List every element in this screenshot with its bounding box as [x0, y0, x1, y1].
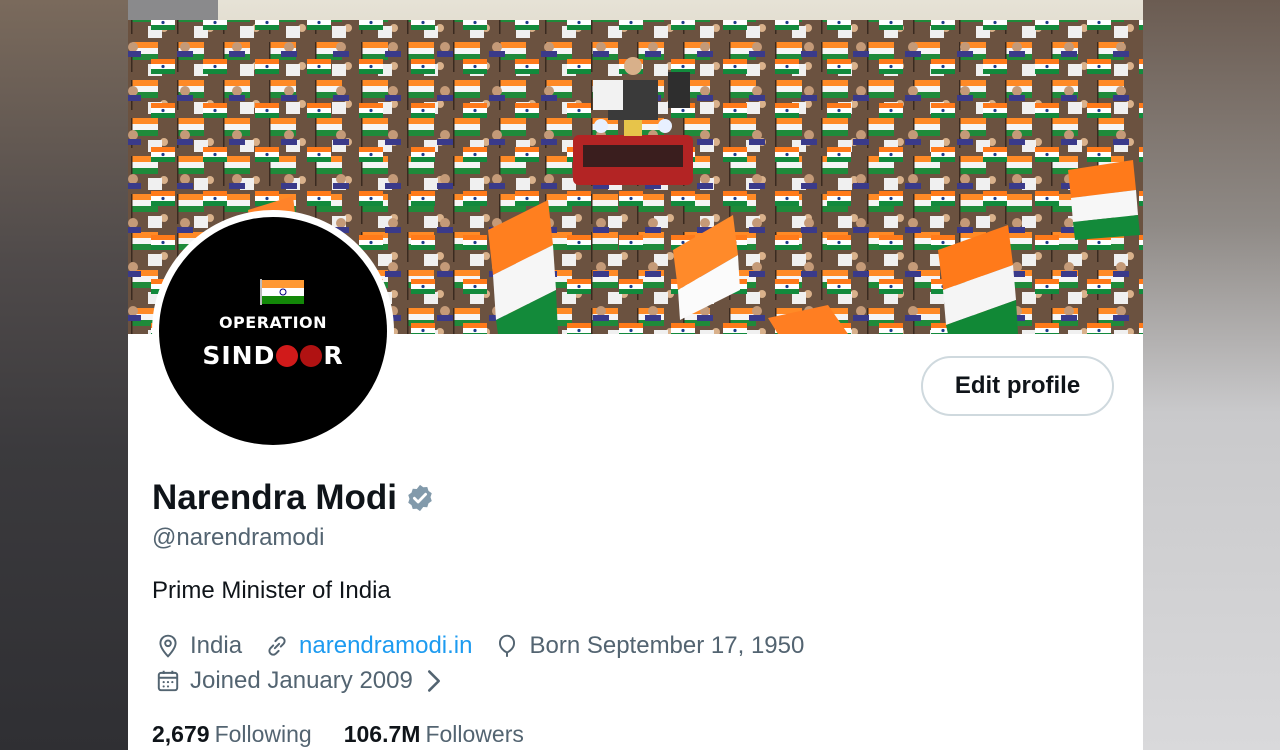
profile-card: OPERATION SIND R Edit profile Narendra Mo… [128, 0, 1143, 750]
avatar[interactable]: OPERATION SIND R [152, 210, 394, 452]
balloon-icon [499, 634, 516, 657]
background-right [1143, 0, 1280, 750]
joined-item[interactable]: Joined January 2009 [155, 667, 456, 695]
background-left [0, 0, 128, 750]
followers-label: Followers [425, 721, 524, 747]
following-label: Following [214, 721, 312, 747]
link-icon [268, 636, 286, 656]
joined-row[interactable]: Joined January 2009 [155, 667, 478, 695]
website-link[interactable]: narendramodi.in [299, 632, 472, 660]
birthday-text: Born September 17, 1950 [529, 632, 805, 659]
avatar-text-operation: OPERATION [218, 313, 328, 332]
verified-badge-icon[interactable] [405, 483, 435, 513]
follow-counts: 2,679 Following 106.7M Followers [152, 721, 556, 748]
profile-bio: Prime Minister of India [152, 577, 391, 604]
joined-text: Joined January 2009 [190, 667, 413, 694]
chevron-right-icon [427, 670, 440, 692]
followers-count: 106.7M [343, 721, 421, 747]
location-item: India [155, 632, 242, 660]
profile-meta-row: India narendramodi.in Born September 17,… [155, 632, 826, 660]
followers-link[interactable]: 106.7M Followers [344, 721, 524, 748]
following-link[interactable]: 2,679 Following [152, 721, 312, 748]
edit-profile-button[interactable]: Edit profile [921, 356, 1114, 416]
profile-name: Narendra Modi [152, 478, 398, 517]
location-text: India [190, 632, 243, 659]
profile-handle: @narendramodi [152, 524, 325, 551]
calendar-icon [157, 670, 179, 692]
avatar-image: OPERATION SIND R [159, 217, 387, 445]
website-item[interactable]: narendramodi.in [264, 632, 472, 660]
name-row: Narendra Modi [152, 478, 435, 518]
india-flag-icon [260, 279, 304, 305]
following-count: 2,679 [152, 721, 210, 747]
birthday-item: Born September 17, 1950 [494, 632, 804, 660]
sindoor-dot-icon [300, 345, 323, 367]
location-pin-icon [159, 634, 177, 658]
avatar-text-sindoor: SIND R [202, 341, 344, 370]
sindoor-dot-icon [276, 345, 299, 367]
